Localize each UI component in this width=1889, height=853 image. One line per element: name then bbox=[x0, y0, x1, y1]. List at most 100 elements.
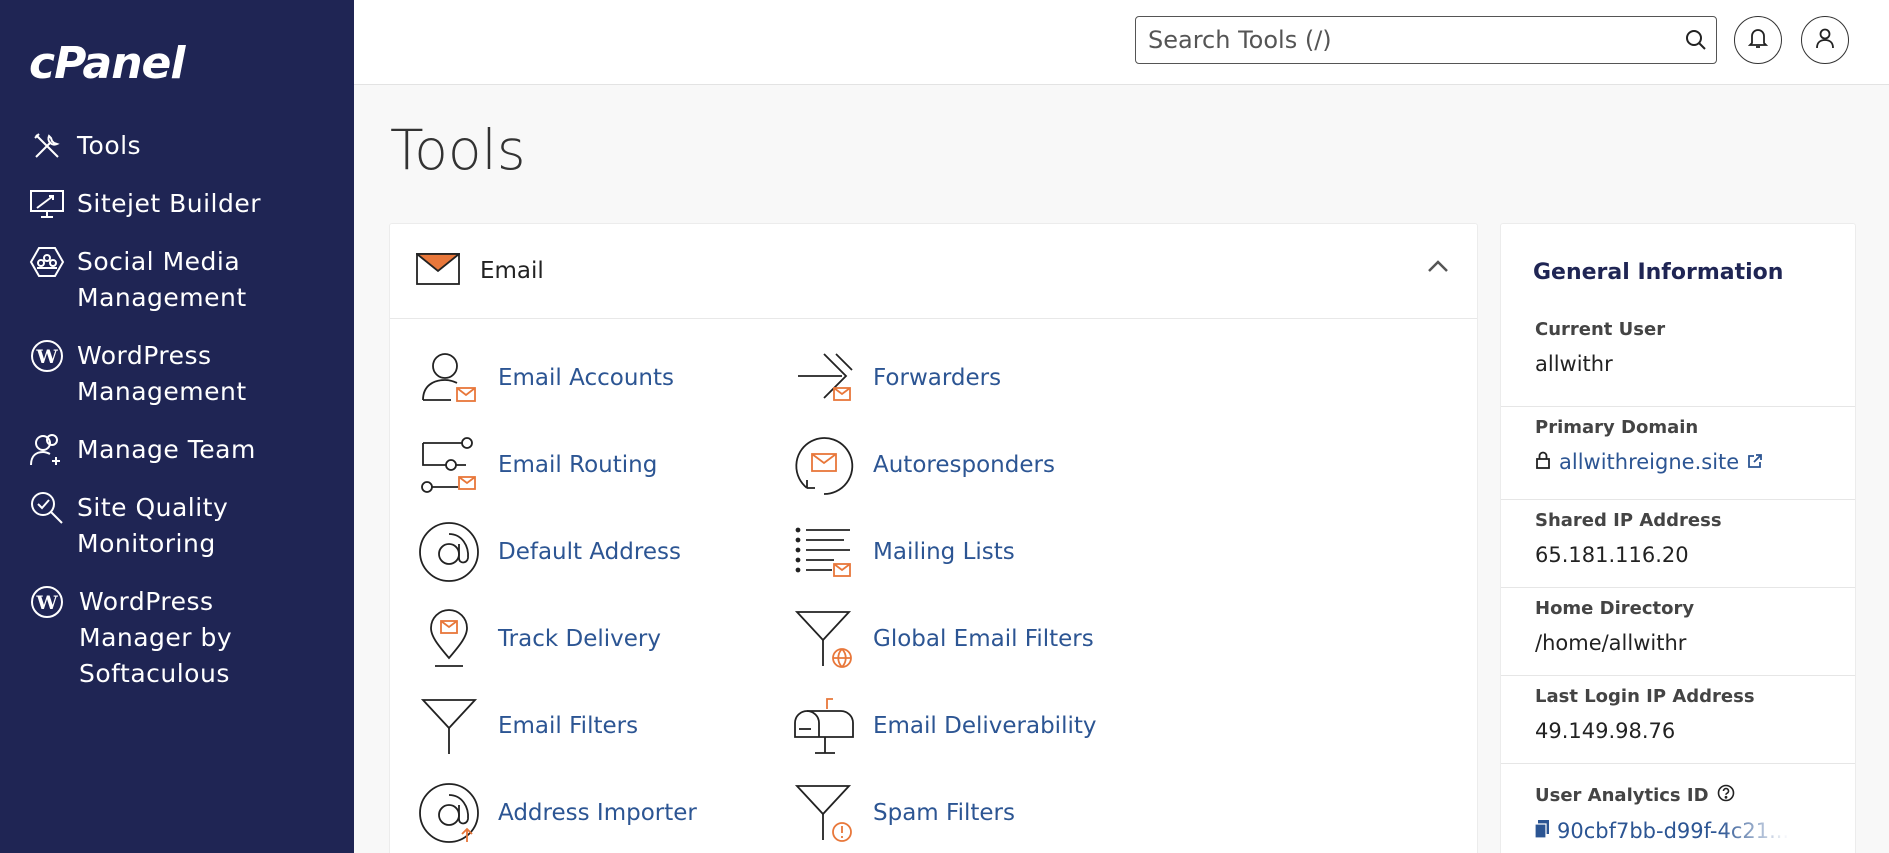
info-value: /home/allwithr bbox=[1535, 631, 1687, 655]
tool-label: Mailing Lists bbox=[873, 539, 1015, 565]
general-information-title: General Information bbox=[1533, 260, 1784, 285]
info-value-analytics: 90cbf7bb-d99f-4c21... bbox=[1534, 819, 1821, 843]
sidebar-item-label: Social Media Management bbox=[77, 247, 247, 312]
svg-text:W: W bbox=[35, 592, 58, 614]
email-panel-header[interactable]: Email bbox=[390, 224, 1477, 319]
email-deliverability-icon bbox=[791, 693, 857, 759]
help-icon[interactable] bbox=[1717, 784, 1735, 807]
tools-icon bbox=[29, 128, 65, 164]
info-value: allwithr bbox=[1535, 352, 1613, 376]
sitejet-icon bbox=[29, 186, 65, 222]
tool-label: Email Routing bbox=[498, 452, 658, 478]
tool-track-delivery[interactable]: Track Delivery bbox=[416, 605, 661, 673]
search-box[interactable] bbox=[1135, 16, 1717, 64]
sidebar-item-label: Site Quality Monitoring bbox=[77, 493, 229, 558]
info-value: 65.181.116.20 bbox=[1535, 543, 1689, 567]
tool-forwarders[interactable]: Forwarders bbox=[791, 344, 1001, 412]
info-current-user: Current User allwithr bbox=[1501, 319, 1855, 407]
sidebar-item-label: Manage Team bbox=[77, 435, 256, 464]
search-input[interactable] bbox=[1136, 17, 1676, 63]
chevron-up-icon[interactable] bbox=[1427, 258, 1449, 277]
cpanel-logo[interactable]: cPanel bbox=[29, 38, 185, 89]
email-routing-icon bbox=[416, 432, 482, 498]
site-quality-icon bbox=[29, 490, 65, 526]
sidebar: cPanel Tools Sitejet Builder Social Medi… bbox=[0, 0, 354, 853]
sidebar-item-tools[interactable]: Tools bbox=[0, 128, 354, 164]
tool-mailing-lists[interactable]: Mailing Lists bbox=[791, 518, 1015, 586]
sidebar-item-site-quality[interactable]: Site Quality Monitoring bbox=[0, 490, 354, 562]
info-home-directory: Home Directory /home/allwithr bbox=[1501, 588, 1855, 676]
search-icon[interactable] bbox=[1676, 28, 1716, 52]
tool-label: Global Email Filters bbox=[873, 626, 1094, 652]
mailing-lists-icon bbox=[791, 519, 857, 585]
user-icon bbox=[1815, 27, 1835, 53]
tool-label: Email Filters bbox=[498, 713, 639, 739]
info-label: Shared IP Address bbox=[1535, 510, 1722, 531]
notifications-button[interactable] bbox=[1734, 16, 1782, 64]
top-header bbox=[354, 0, 1889, 85]
sidebar-item-label: WordPress Manager by Softaculous bbox=[79, 587, 233, 688]
info-label: Last Login IP Address bbox=[1535, 686, 1755, 707]
info-label: User Analytics ID bbox=[1535, 785, 1709, 806]
email-panel: Email Email Accounts Email Routing Defau… bbox=[389, 223, 1478, 853]
tool-autoresponders[interactable]: Autoresponders bbox=[791, 431, 1055, 499]
tool-email-routing[interactable]: Email Routing bbox=[416, 431, 657, 499]
svg-text:W: W bbox=[35, 346, 58, 368]
general-information-panel: General Information Current User allwith… bbox=[1500, 223, 1856, 853]
tool-label: Autoresponders bbox=[873, 452, 1055, 478]
wordpress-icon: W bbox=[29, 338, 65, 374]
envelope-icon bbox=[414, 253, 462, 289]
tool-email-filters[interactable]: Email Filters bbox=[416, 692, 638, 760]
copy-icon[interactable] bbox=[1534, 819, 1549, 843]
tool-label: Address Importer bbox=[498, 800, 697, 826]
sidebar-item-sitejet-builder[interactable]: Sitejet Builder bbox=[0, 186, 354, 222]
default-address-icon bbox=[416, 519, 482, 585]
info-primary-domain: Primary Domain allwithreigne.site bbox=[1501, 407, 1855, 500]
sidebar-nav: Tools Sitejet Builder Social Media Manag… bbox=[0, 128, 354, 714]
lock-icon bbox=[1535, 450, 1551, 474]
tool-global-email-filters[interactable]: Global Email Filters bbox=[791, 605, 1094, 673]
tool-default-address[interactable]: Default Address bbox=[416, 518, 681, 586]
tool-email-deliverability[interactable]: Email Deliverability bbox=[791, 692, 1096, 760]
autoresponders-icon bbox=[791, 432, 857, 498]
spam-filters-icon bbox=[791, 780, 857, 846]
tool-label: Default Address bbox=[498, 539, 681, 565]
tool-email-accounts[interactable]: Email Accounts bbox=[416, 344, 674, 412]
manage-team-icon bbox=[29, 432, 65, 468]
global-email-filters-icon bbox=[791, 606, 857, 672]
info-user-analytics-id: User Analytics ID 90cbf7bb-d99f-4c21... bbox=[1501, 764, 1855, 853]
wordpress-icon: W bbox=[29, 584, 65, 620]
tool-label: Track Delivery bbox=[498, 626, 661, 652]
tool-label: Spam Filters bbox=[873, 800, 1015, 826]
sidebar-item-wordpress-management[interactable]: W WordPress Management bbox=[0, 338, 354, 410]
tool-address-importer[interactable]: Address Importer bbox=[416, 779, 697, 847]
forwarders-icon bbox=[791, 345, 857, 411]
page-title: Tools bbox=[390, 118, 526, 182]
sidebar-item-manage-team[interactable]: Manage Team bbox=[0, 432, 354, 468]
analytics-id-value[interactable]: 90cbf7bb-d99f-4c21... bbox=[1557, 819, 1789, 843]
track-delivery-icon bbox=[416, 606, 482, 672]
address-importer-icon bbox=[416, 780, 482, 846]
tool-label: Email Deliverability bbox=[873, 713, 1097, 739]
sidebar-item-social-media[interactable]: Social Media Management bbox=[0, 244, 354, 316]
tool-label: Email Accounts bbox=[498, 365, 674, 391]
social-media-icon bbox=[29, 244, 65, 280]
info-label-analytics: User Analytics ID bbox=[1535, 784, 1821, 807]
sidebar-item-wordpress-softaculous[interactable]: W WordPress Manager by Softaculous bbox=[0, 584, 354, 692]
email-accounts-icon bbox=[416, 345, 482, 411]
info-shared-ip: Shared IP Address 65.181.116.20 bbox=[1501, 500, 1855, 588]
tool-label: Forwarders bbox=[873, 365, 1002, 391]
info-label: Primary Domain bbox=[1535, 417, 1699, 438]
email-filters-icon bbox=[416, 693, 482, 759]
user-menu-button[interactable] bbox=[1801, 16, 1849, 64]
tool-spam-filters[interactable]: Spam Filters bbox=[791, 779, 1015, 847]
info-value-domain: allwithreigne.site bbox=[1535, 450, 1821, 474]
external-link-icon[interactable] bbox=[1747, 450, 1763, 474]
sidebar-item-label: Sitejet Builder bbox=[77, 189, 261, 218]
primary-domain-link[interactable]: allwithreigne.site bbox=[1559, 450, 1739, 474]
email-panel-title: Email bbox=[480, 258, 544, 284]
sidebar-item-label: WordPress Management bbox=[77, 341, 247, 406]
info-last-login-ip: Last Login IP Address 49.149.98.76 bbox=[1501, 676, 1855, 764]
info-value: 49.149.98.76 bbox=[1535, 719, 1676, 743]
info-label: Home Directory bbox=[1535, 598, 1695, 619]
